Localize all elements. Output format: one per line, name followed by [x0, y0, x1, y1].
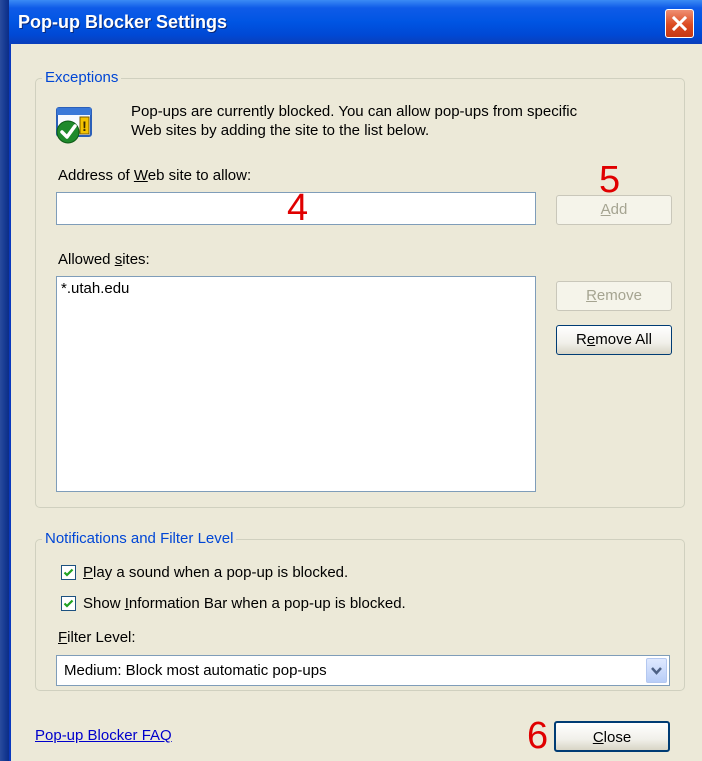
chevron-down-icon	[651, 667, 662, 675]
title-bar[interactable]: Pop-up Blocker Settings	[9, 0, 702, 44]
allowed-sites-list[interactable]: *.utah.edu	[56, 276, 536, 492]
notifications-legend: Notifications and Filter Level	[42, 530, 237, 548]
popup-blocker-settings-dialog: Pop-up Blocker Settings Exceptions ! Pop…	[9, 0, 702, 761]
svg-text:!: !	[82, 118, 87, 134]
annotation-5: 5	[599, 159, 621, 201]
remove-button[interactable]: Remove	[556, 281, 672, 311]
info-text-line-2: Web sites by adding the site to the list…	[131, 122, 430, 139]
play-sound-checkbox[interactable]	[61, 565, 76, 580]
faq-link[interactable]: Pop-up Blocker FAQ	[35, 727, 172, 744]
allowed-sites-label: Allowed sites:	[58, 251, 150, 268]
popup-blocked-info-icon: !	[56, 107, 92, 144]
filter-level-label: Filter Level:	[58, 629, 136, 646]
window-title: Pop-up Blocker Settings	[18, 12, 228, 32]
checkmark-icon	[63, 599, 74, 608]
allowed-site-item[interactable]: *.utah.edu	[61, 280, 129, 298]
window-close-button[interactable]	[665, 9, 694, 38]
annotation-4: 4	[287, 187, 309, 229]
checkmark-icon	[63, 568, 74, 577]
annotation-6: 6	[527, 715, 549, 757]
play-sound-label[interactable]: Play a sound when a pop-up is blocked.	[83, 564, 348, 582]
notifications-group: Notifications and Filter Level Play a so…	[35, 530, 685, 691]
background-window-edge	[0, 0, 9, 761]
dialog-body: Exceptions ! Pop-ups are currently block…	[11, 44, 702, 761]
close-icon	[671, 15, 688, 32]
info-bar-label[interactable]: Show Information Bar when a pop-up is bl…	[83, 595, 406, 613]
info-text-line-1: Pop-ups are currently blocked. You can a…	[131, 103, 578, 120]
close-button[interactable]: Close	[554, 721, 670, 752]
info-bar-checkbox[interactable]	[61, 596, 76, 611]
exceptions-group: Exceptions ! Pop-ups are currently block…	[35, 69, 685, 508]
filter-level-select[interactable]: Medium: Block most automatic pop-ups	[56, 655, 670, 686]
exceptions-legend: Exceptions	[42, 69, 122, 87]
dropdown-button[interactable]	[646, 658, 667, 683]
filter-level-value: Medium: Block most automatic pop-ups	[64, 662, 327, 679]
address-label: Address of Web site to allow:	[58, 167, 252, 184]
remove-all-button[interactable]: Remove All	[556, 325, 672, 355]
